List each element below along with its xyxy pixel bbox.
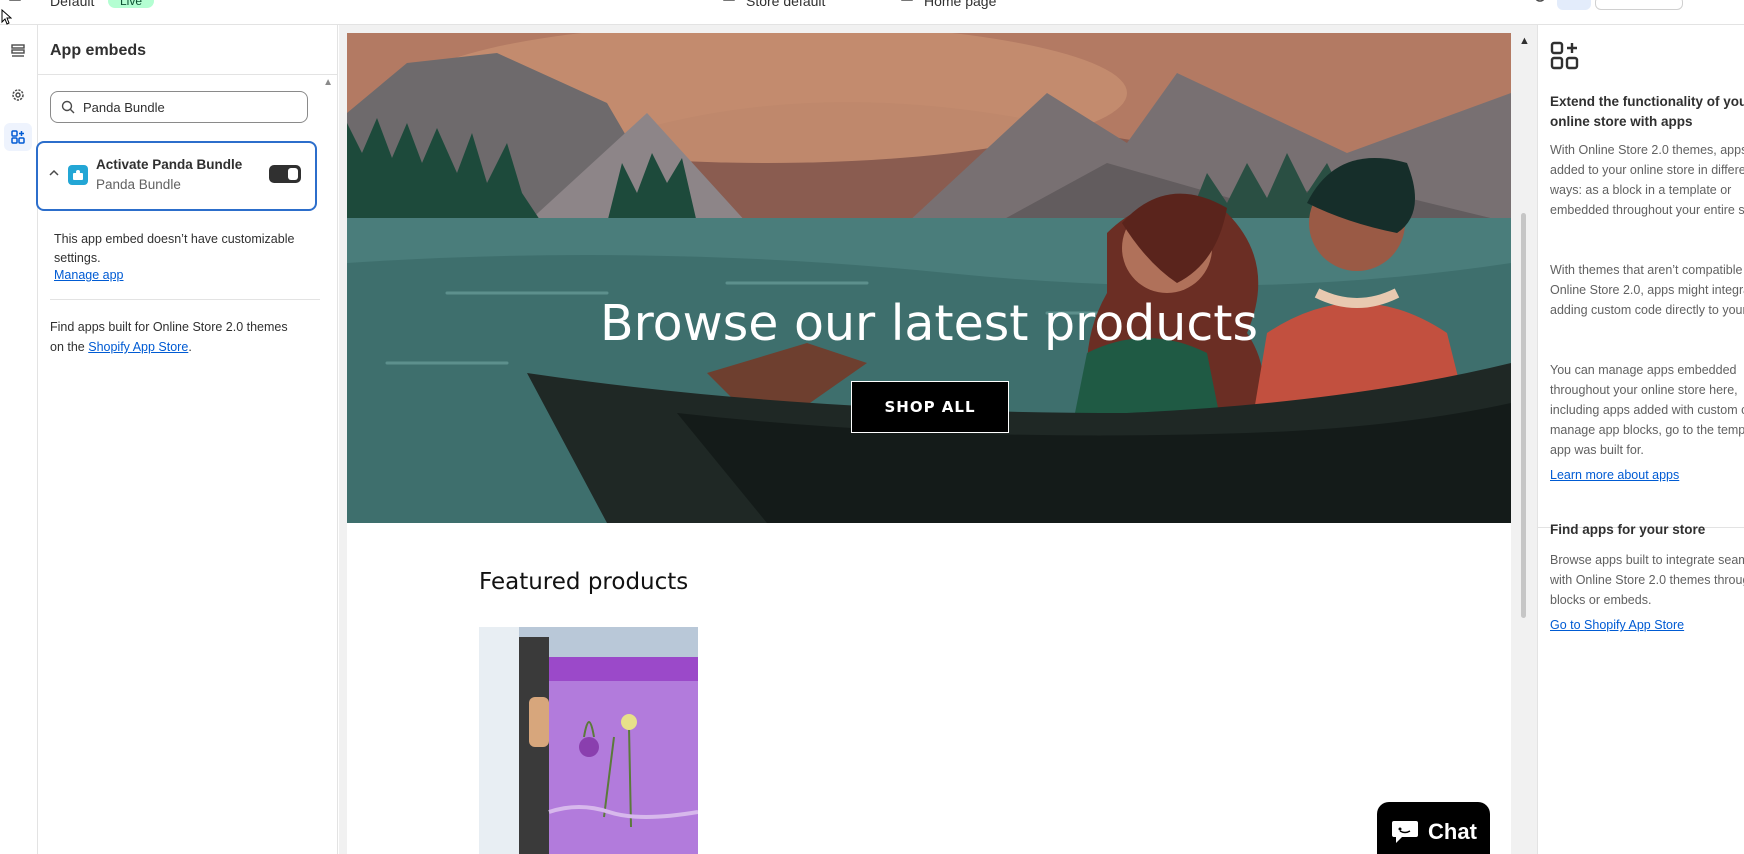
apps-icon — [11, 130, 25, 144]
page-icon — [901, 0, 913, 1]
chat-button[interactable]: Chat — [1377, 802, 1490, 854]
hero-illustration — [347, 33, 1511, 523]
chevron-up-icon[interactable] — [48, 167, 60, 179]
rail-settings-button[interactable] — [4, 81, 32, 109]
find-apps-paragraph: Browse apps built to integrate seamlessl… — [1550, 553, 1744, 607]
embed-enable-toggle[interactable] — [269, 165, 301, 183]
apps-help-panel: Extend the functionality of your online … — [1537, 25, 1744, 854]
store-preview[interactable]: Browse our latest products SHOP ALL Feat… — [347, 33, 1511, 854]
mouse-cursor-icon — [1, 8, 12, 25]
embed-title: Activate Panda Bundle — [96, 157, 243, 172]
chat-bubble-icon — [1392, 821, 1419, 843]
hero-title: Browse our latest products — [599, 295, 1259, 352]
store-selector[interactable]: Store default — [746, 0, 825, 9]
toggle-knob — [288, 168, 298, 180]
embed-app-name: Panda Bundle — [96, 177, 181, 192]
viewport-switcher[interactable] — [1595, 0, 1683, 10]
find-apps-heading: Find apps for your store — [1550, 522, 1706, 537]
icon-rail — [0, 25, 38, 854]
apps-add-icon — [1550, 41, 1579, 70]
search-field[interactable] — [50, 91, 308, 123]
product-image[interactable] — [479, 627, 698, 854]
chat-label: Chat — [1428, 819, 1477, 844]
app-embeds-panel: App embeds ▲ Activate Panda Bundle Panda… — [36, 25, 338, 854]
manage-app-link[interactable]: Manage app — [54, 268, 124, 282]
exit-icon[interactable] — [8, 0, 24, 6]
store-icon — [723, 0, 735, 1]
gear-icon — [12, 89, 24, 101]
preview-scrollbar[interactable]: ▲ — [1517, 33, 1531, 854]
help-paragraph-3: You can manage apps embedded throughout … — [1550, 363, 1744, 457]
help-heading: Extend the functionality of your online … — [1550, 94, 1744, 129]
scroll-up-icon[interactable]: ▲ — [1519, 35, 1530, 47]
shop-all-button[interactable]: SHOP ALL — [851, 381, 1009, 433]
rail-sections-button[interactable] — [4, 37, 32, 65]
find-apps-text: Find apps built for Online Store 2.0 the… — [50, 320, 288, 354]
rail-app-embeds-button[interactable] — [4, 123, 32, 151]
help-paragraph-1: With Online Store 2.0 themes, apps can b… — [1550, 143, 1744, 217]
scroll-up-icon[interactable]: ▲ — [323, 77, 333, 88]
top-bar: Default Live Store default Home page — [0, 0, 1744, 25]
status-badge: Live — [108, 0, 155, 8]
go-to-app-store-link[interactable]: Go to Shopify App Store — [1550, 618, 1684, 632]
help-paragraph-2: With themes that aren’t compatible with … — [1550, 263, 1744, 317]
embed-note: This app embed doesn’t have customizable… — [54, 232, 295, 265]
app-embed-card[interactable]: Activate Panda Bundle Panda Bundle — [36, 141, 317, 211]
panda-bundle-logo — [68, 165, 88, 185]
preview-icon[interactable] — [1532, 0, 1548, 6]
sections-icon — [11, 44, 25, 57]
featured-products-title: Featured products — [479, 569, 689, 595]
divider — [50, 299, 320, 300]
page-selector[interactable]: Home page — [924, 0, 996, 9]
scrollbar-thumb[interactable] — [1521, 213, 1526, 618]
search-input[interactable] — [83, 99, 293, 115]
theme-name[interactable]: Default — [50, 0, 94, 9]
shopify-app-store-link[interactable]: Shopify App Store — [88, 340, 188, 354]
undo-icon[interactable] — [1700, 0, 1716, 6]
inspector-toggle-button[interactable] — [1557, 0, 1591, 10]
preview-canvas: Browse our latest products SHOP ALL Feat… — [339, 25, 1537, 854]
learn-more-apps-link[interactable]: Learn more about apps — [1550, 468, 1679, 482]
panel-title: App embeds — [38, 25, 337, 75]
search-icon — [61, 100, 75, 114]
